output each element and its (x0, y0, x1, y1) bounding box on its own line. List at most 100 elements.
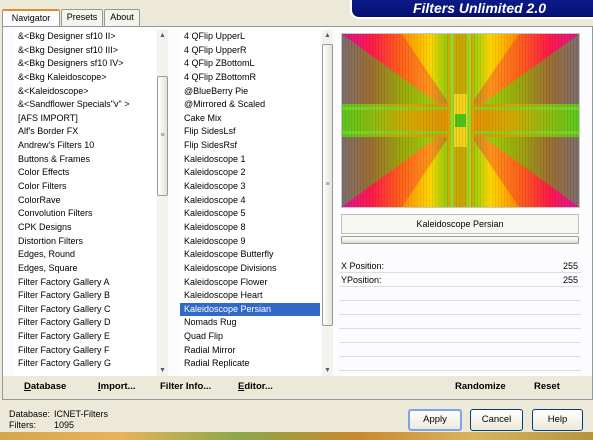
list-item[interactable]: Color Effects (14, 166, 156, 180)
filter-scrollbar[interactable]: ▲ ≡ ▼ (322, 30, 333, 376)
list-item[interactable]: Convolution Filters (14, 207, 156, 221)
database-label: atabase (30, 381, 67, 392)
list-item[interactable]: Buttons & Frames (14, 153, 156, 167)
import-button[interactable]: Import... (98, 380, 135, 394)
scroll-up-icon[interactable]: ▲ (157, 30, 168, 41)
progress-bar (341, 236, 579, 244)
filters-info-value: 1095 (54, 420, 75, 430)
list-item[interactable]: [AFS IMPORT] (14, 112, 156, 126)
list-item[interactable]: Filter Factory Gallery G (14, 357, 156, 371)
filter-list[interactable]: 4 QFlip UpperL 4 QFlip UpperR 4 QFlip ZBot… (180, 30, 320, 376)
list-item[interactable]: 4 QFlip ZBottomL (180, 57, 320, 71)
category-list[interactable]: &<Bkg Designer sf10 II> &<Bkg Designer sf… (14, 30, 156, 376)
help-button[interactable]: Help (532, 409, 583, 431)
list-item[interactable]: Filter Factory Gallery F (14, 344, 156, 358)
filters-info-label: Filters: (9, 420, 36, 430)
selected-filter-name: Kaleidoscope Persian (341, 214, 579, 234)
category-scrollbar[interactable]: ▲ ≡ ▼ (157, 30, 168, 376)
randomize-button[interactable]: Randomize (455, 380, 506, 394)
list-item[interactable]: &<Bkg Designer sf10 III> (14, 44, 156, 58)
background-image-strip (0, 432, 593, 440)
list-item[interactable]: Filter Factory Gallery B (14, 289, 156, 303)
list-item[interactable]: &<Bkg Designers sf10 IV> (14, 57, 156, 71)
import-label: mport... (100, 381, 136, 392)
filter-info-label: Filter Info... (160, 381, 212, 392)
tab-about[interactable]: About (104, 9, 140, 26)
tab-navigator[interactable]: Navigator (2, 9, 60, 27)
filters-info: Filters: 1095 (9, 420, 74, 431)
param-row-empty (339, 343, 581, 357)
list-item[interactable]: Kaleidoscope Butterfly (180, 248, 320, 262)
list-item[interactable]: &<Sandflower Specials"v" > (14, 98, 156, 112)
filter-info-button[interactable]: Filter Info... (160, 380, 211, 394)
list-item[interactable]: Filter Factory Gallery A (14, 276, 156, 290)
list-item[interactable]: Kaleidoscope 3 (180, 180, 320, 194)
database-button[interactable]: Database (24, 380, 66, 394)
list-item[interactable]: Radial Replicate (180, 357, 320, 371)
list-item[interactable]: ColorRave (14, 194, 156, 208)
list-item[interactable]: Kaleidoscope Heart (180, 289, 320, 303)
list-item[interactable]: Kaleidoscope Divisions (180, 262, 320, 276)
list-item[interactable]: Kaleidoscope Flower (180, 276, 320, 290)
list-item[interactable]: 4 QFlip ZBottomR (180, 71, 320, 85)
list-item[interactable]: Kaleidoscope 9 (180, 235, 320, 249)
list-item[interactable]: CPK Designs (14, 221, 156, 235)
panel-toolbar: Database Import... Filter Info... Editor… (3, 376, 592, 399)
list-item[interactable]: &<Kaleidoscope> (14, 85, 156, 99)
filter-preview-image (341, 33, 580, 208)
editor-label: ditor... (244, 381, 273, 392)
scroll-up-icon[interactable]: ▲ (322, 30, 333, 41)
scroll-thumb[interactable]: ≡ (157, 76, 168, 196)
list-item[interactable]: Distortion Filters (14, 235, 156, 249)
list-item[interactable]: Nomads Rug (180, 316, 320, 330)
list-item[interactable]: Kaleidoscope 8 (180, 221, 320, 235)
database-info: Database: ICNET-Filters (9, 409, 108, 420)
param-value: 255 (562, 275, 578, 285)
list-item[interactable]: Radial Mirror (180, 344, 320, 358)
param-row-empty (339, 301, 581, 315)
list-item[interactable]: Filter Factory Gallery E (14, 330, 156, 344)
param-row[interactable]: X Position: 255 (339, 259, 581, 273)
cancel-button[interactable]: Cancel (470, 409, 523, 431)
list-item[interactable]: Flip SidesLsf (180, 125, 320, 139)
parameter-list: X Position: 255 YPosition: 255 (339, 259, 581, 374)
app-title-banner: Filters Unlimited 2.0 (350, 0, 593, 19)
list-item[interactable]: Alf's Border FX (14, 125, 156, 139)
param-label: YPosition: (341, 275, 382, 285)
scroll-down-icon[interactable]: ▼ (157, 365, 168, 376)
list-item[interactable]: 4 QFlip UpperR (180, 44, 320, 58)
list-item[interactable]: Kaleidoscope 2 (180, 166, 320, 180)
list-item[interactable]: Color Filters (14, 180, 156, 194)
list-item[interactable]: &<Bkg Designer sf10 II> (14, 30, 156, 44)
list-item[interactable]: 4 QFlip UpperL (180, 30, 320, 44)
list-item[interactable]: Kaleidoscope 5 (180, 207, 320, 221)
apply-button[interactable]: Apply (408, 409, 462, 431)
editor-button[interactable]: Editor... (238, 380, 273, 394)
param-label: X Position: (341, 261, 385, 271)
param-row-empty (339, 329, 581, 343)
scroll-down-icon[interactable]: ▼ (322, 365, 333, 376)
list-item[interactable]: Kaleidoscope 4 (180, 194, 320, 208)
list-item[interactable]: Filter Factory Gallery D (14, 316, 156, 330)
list-item[interactable]: &<Bkg Kaleidoscope> (14, 71, 156, 85)
param-row-empty (339, 315, 581, 329)
tab-presets[interactable]: Presets (61, 9, 103, 26)
scroll-thumb[interactable]: ≡ (322, 44, 333, 326)
list-item[interactable]: Kaleidoscope Persian (180, 302, 320, 317)
list-item[interactable]: Edges, Square (14, 262, 156, 276)
list-item[interactable]: @BlueBerry Pie (180, 85, 320, 99)
list-item[interactable]: Andrew's Filters 10 (14, 139, 156, 153)
list-item[interactable]: Filter Factory Gallery C (14, 303, 156, 317)
list-item[interactable]: Cake Mix (180, 112, 320, 126)
param-row-empty (339, 357, 581, 371)
list-item[interactable]: Quad Flip (180, 330, 320, 344)
list-item[interactable]: Edges, Round (14, 248, 156, 262)
list-item[interactable]: Flip SidesRsf (180, 139, 320, 153)
database-info-label: Database: (9, 409, 51, 419)
reset-button[interactable]: Reset (534, 380, 560, 394)
list-item[interactable]: Kaleidoscope 1 (180, 153, 320, 167)
list-item[interactable]: @Mirrored & Scaled (180, 98, 320, 112)
param-row[interactable]: YPosition: 255 (339, 273, 581, 287)
param-row-empty (339, 287, 581, 301)
param-value: 255 (562, 261, 578, 271)
